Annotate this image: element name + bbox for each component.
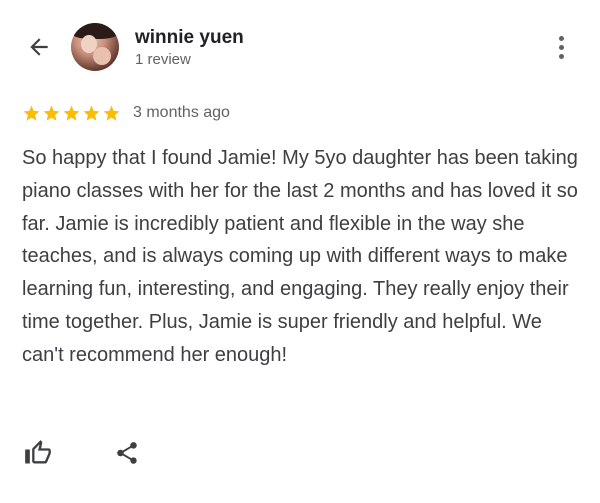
back-button[interactable] — [20, 28, 58, 66]
thumb-up-icon — [25, 440, 51, 464]
star-icon — [43, 105, 60, 121]
review-count: 1 review — [135, 51, 191, 68]
avatar[interactable] — [71, 23, 119, 71]
review-actions — [20, 434, 145, 472]
more-options-button[interactable] — [548, 30, 574, 64]
review-text: So happy that I found Jamie! My 5yo daug… — [22, 147, 578, 366]
star-icon — [63, 105, 80, 121]
share-icon — [117, 442, 137, 464]
star-icon — [103, 105, 120, 121]
star-rating — [22, 104, 121, 123]
more-vert-icon — [558, 35, 564, 41]
like-button[interactable] — [20, 435, 56, 471]
reviewer-name[interactable]: winnie yuen — [135, 27, 244, 49]
star-icon — [23, 105, 40, 121]
share-button[interactable] — [109, 435, 145, 471]
star-icon — [83, 105, 100, 121]
review-time: 3 months ago — [133, 104, 230, 121]
arrow-back-icon — [30, 38, 48, 56]
review-header: winnie yuen 1 review — [0, 0, 600, 95]
rating-row: 3 months ago — [22, 102, 230, 124]
